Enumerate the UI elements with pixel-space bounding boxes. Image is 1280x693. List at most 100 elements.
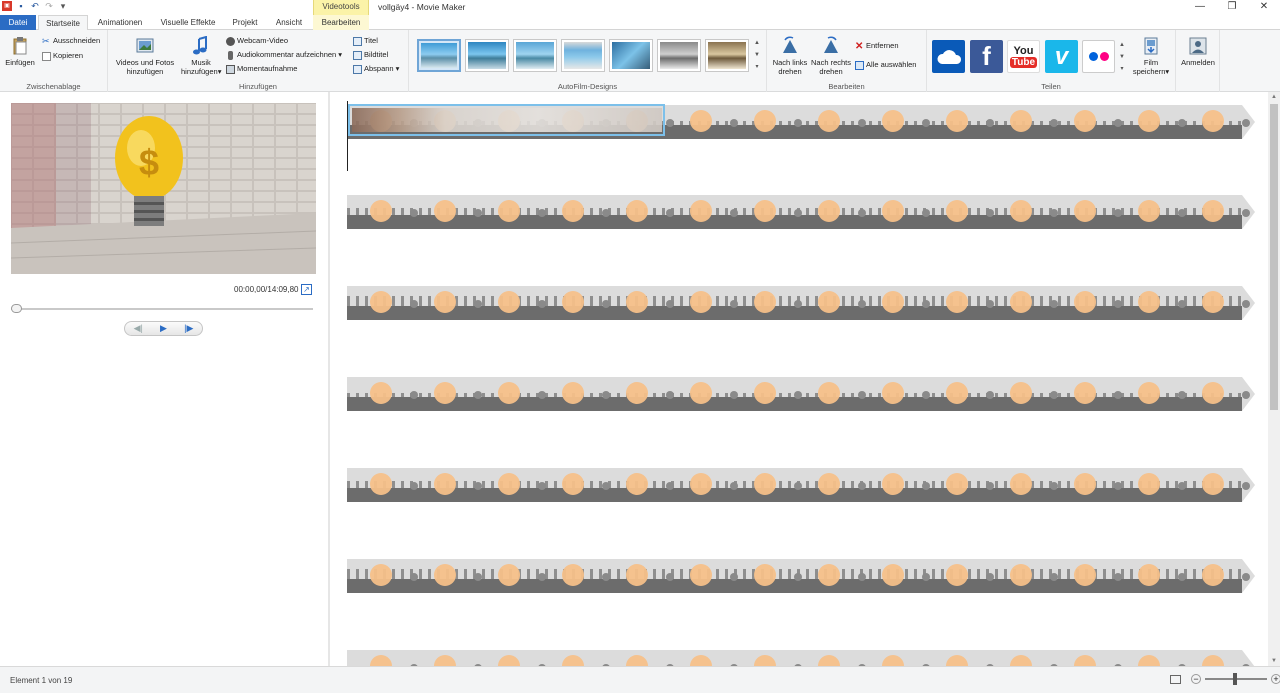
preview-frame-image: $: [11, 103, 316, 274]
theme-thumbnail[interactable]: [513, 39, 557, 72]
tab-view[interactable]: Ansicht: [270, 15, 308, 30]
theme-thumbnail[interactable]: [705, 39, 749, 72]
theme-thumbnail[interactable]: [609, 39, 653, 72]
ribbon-tabs: Datei Startseite Animationen Visuelle Ef…: [0, 15, 1280, 31]
seek-handle[interactable]: [11, 304, 22, 313]
webcam-video-button[interactable]: Webcam-Video: [226, 36, 288, 46]
tab-visual-effects[interactable]: Visuelle Effekte: [154, 15, 222, 30]
add-music-button[interactable]: Musik hinzufügen▾: [181, 36, 221, 76]
select-all-label: Alle auswählen: [866, 60, 917, 69]
group-add: Videos und Fotos hinzufügen Musik hinzuf…: [108, 30, 409, 92]
sign-in-button[interactable]: Anmelden: [1178, 36, 1218, 67]
caption-button[interactable]: Bildtitel: [353, 50, 388, 60]
video-preview[interactable]: $: [11, 103, 316, 274]
paste-button[interactable]: Einfügen: [3, 36, 37, 67]
record-narration-button[interactable]: Audiokommentar aufzeichnen ▾: [226, 50, 342, 60]
facebook-icon[interactable]: f: [970, 40, 1003, 73]
theme-preview: [564, 42, 602, 69]
tab-project[interactable]: Projekt: [226, 15, 264, 30]
scroll-up-icon[interactable]: ▲: [1268, 92, 1280, 102]
storyboard-row[interactable]: [347, 193, 1257, 231]
theme-thumbnail[interactable]: [465, 39, 509, 72]
gallery-scroll-down-icon[interactable]: ▼: [753, 50, 761, 60]
vertical-scrollbar[interactable]: ▲ ▼: [1268, 92, 1280, 666]
remove-x-icon: ✕: [855, 40, 864, 52]
zoom-slider-handle[interactable]: [1233, 673, 1237, 685]
zoom-in-button[interactable]: +: [1271, 674, 1280, 684]
seek-bar[interactable]: [11, 308, 313, 310]
youtube-icon[interactable]: You Tube: [1007, 40, 1040, 73]
gallery-scroll-up-icon[interactable]: ▲: [753, 38, 761, 48]
theme-preview: [468, 42, 506, 69]
save-movie-line1: Film: [1143, 58, 1159, 67]
storyboard-row[interactable]: [347, 648, 1257, 666]
theme-thumbnail[interactable]: [417, 39, 461, 72]
scroll-thumb[interactable]: [1270, 104, 1278, 410]
sign-in-label: Anmelden: [1181, 58, 1215, 67]
maximize-button[interactable]: ❐: [1216, 0, 1248, 15]
cut-button[interactable]: ✂ Ausschneiden: [42, 36, 100, 46]
save-movie-button[interactable]: Film speichern▾: [1130, 36, 1172, 76]
add-videos-line1: Videos und Fotos: [115, 58, 175, 67]
storyboard-row[interactable]: [347, 557, 1257, 595]
share-scroll-up-icon[interactable]: ▲: [1118, 40, 1126, 50]
undo-icon[interactable]: ↶: [30, 1, 40, 11]
dropdown-icon[interactable]: ▾: [58, 1, 68, 11]
flickr-icon[interactable]: [1082, 40, 1115, 73]
theme-preview: [660, 42, 698, 69]
storyboard-view-icon[interactable]: [1170, 674, 1181, 684]
chevron-down-icon: ▾: [217, 67, 222, 76]
tab-animations[interactable]: Animationen: [92, 15, 148, 30]
theme-thumbnail[interactable]: [561, 39, 605, 72]
caption-label: Bildtitel: [364, 50, 389, 59]
tab-file[interactable]: Datei: [0, 15, 36, 30]
theme-thumbnail[interactable]: [657, 39, 701, 72]
play-icon[interactable]: ▶: [160, 323, 167, 334]
share-more-icon[interactable]: ▾: [1118, 64, 1126, 74]
scroll-down-icon[interactable]: ▼: [1268, 656, 1280, 666]
scissors-icon: ✂: [42, 35, 50, 46]
zoom-slider[interactable]: [1205, 673, 1267, 685]
fullscreen-icon[interactable]: ↗: [301, 284, 312, 295]
snapshot-button[interactable]: Momentaufnahme: [226, 64, 297, 74]
rotate-right-line2: drehen: [819, 67, 843, 76]
remove-button[interactable]: ✕ Entfernen: [855, 41, 899, 51]
vimeo-icon[interactable]: v: [1045, 40, 1078, 73]
chevron-down-icon: ▾: [338, 50, 342, 59]
share-scroll-down-icon[interactable]: ▼: [1118, 52, 1126, 62]
app-menu-icon[interactable]: ▣: [2, 1, 12, 11]
storyboard-row[interactable]: [347, 375, 1257, 413]
onedrive-icon[interactable]: [932, 40, 965, 73]
minimize-button[interactable]: —: [1184, 0, 1216, 15]
rotate-left-line1: Nach links: [772, 58, 808, 67]
playhead[interactable]: [347, 101, 348, 171]
save-movie-line2: speichern: [1132, 67, 1166, 76]
select-all-button[interactable]: Alle auswählen: [855, 60, 916, 70]
tab-edit[interactable]: Bearbeiten: [313, 15, 369, 30]
next-frame-icon[interactable]: |▶: [184, 323, 193, 334]
rotate-right-button[interactable]: Nach rechts drehen: [809, 36, 853, 76]
status-bar: Element 1 von 19 − +: [0, 666, 1280, 693]
group-signin: Anmelden: [1176, 30, 1220, 92]
previous-frame-icon[interactable]: ◀|: [134, 323, 143, 334]
tab-home[interactable]: Startseite: [38, 15, 88, 31]
copy-button[interactable]: Kopieren: [42, 51, 83, 61]
rotate-left-button[interactable]: Nach links drehen: [769, 36, 811, 76]
gallery-more-icon[interactable]: ▾: [753, 62, 761, 72]
add-videos-photos-button[interactable]: Videos und Fotos hinzufügen: [111, 36, 179, 76]
storyboard-row[interactable]: [347, 284, 1257, 322]
add-videos-line2: hinzufügen: [126, 67, 164, 76]
credits-button[interactable]: Abspann ▾: [353, 64, 399, 74]
user-account-icon: [1189, 37, 1207, 55]
title-button[interactable]: Titel: [353, 36, 378, 46]
zoom-out-button[interactable]: −: [1191, 674, 1201, 684]
theme-preview: [421, 43, 457, 68]
selected-clip[interactable]: [348, 104, 665, 136]
save-icon[interactable]: ▪: [16, 1, 26, 11]
close-button[interactable]: ✕: [1248, 0, 1280, 15]
storyboard-row[interactable]: [347, 466, 1257, 504]
music-line1: Musik: [191, 58, 211, 67]
credits-label: Abspann: [364, 64, 394, 73]
rotate-right-line1: Nach rechts: [810, 58, 852, 67]
redo-icon[interactable]: ↷: [44, 1, 54, 11]
